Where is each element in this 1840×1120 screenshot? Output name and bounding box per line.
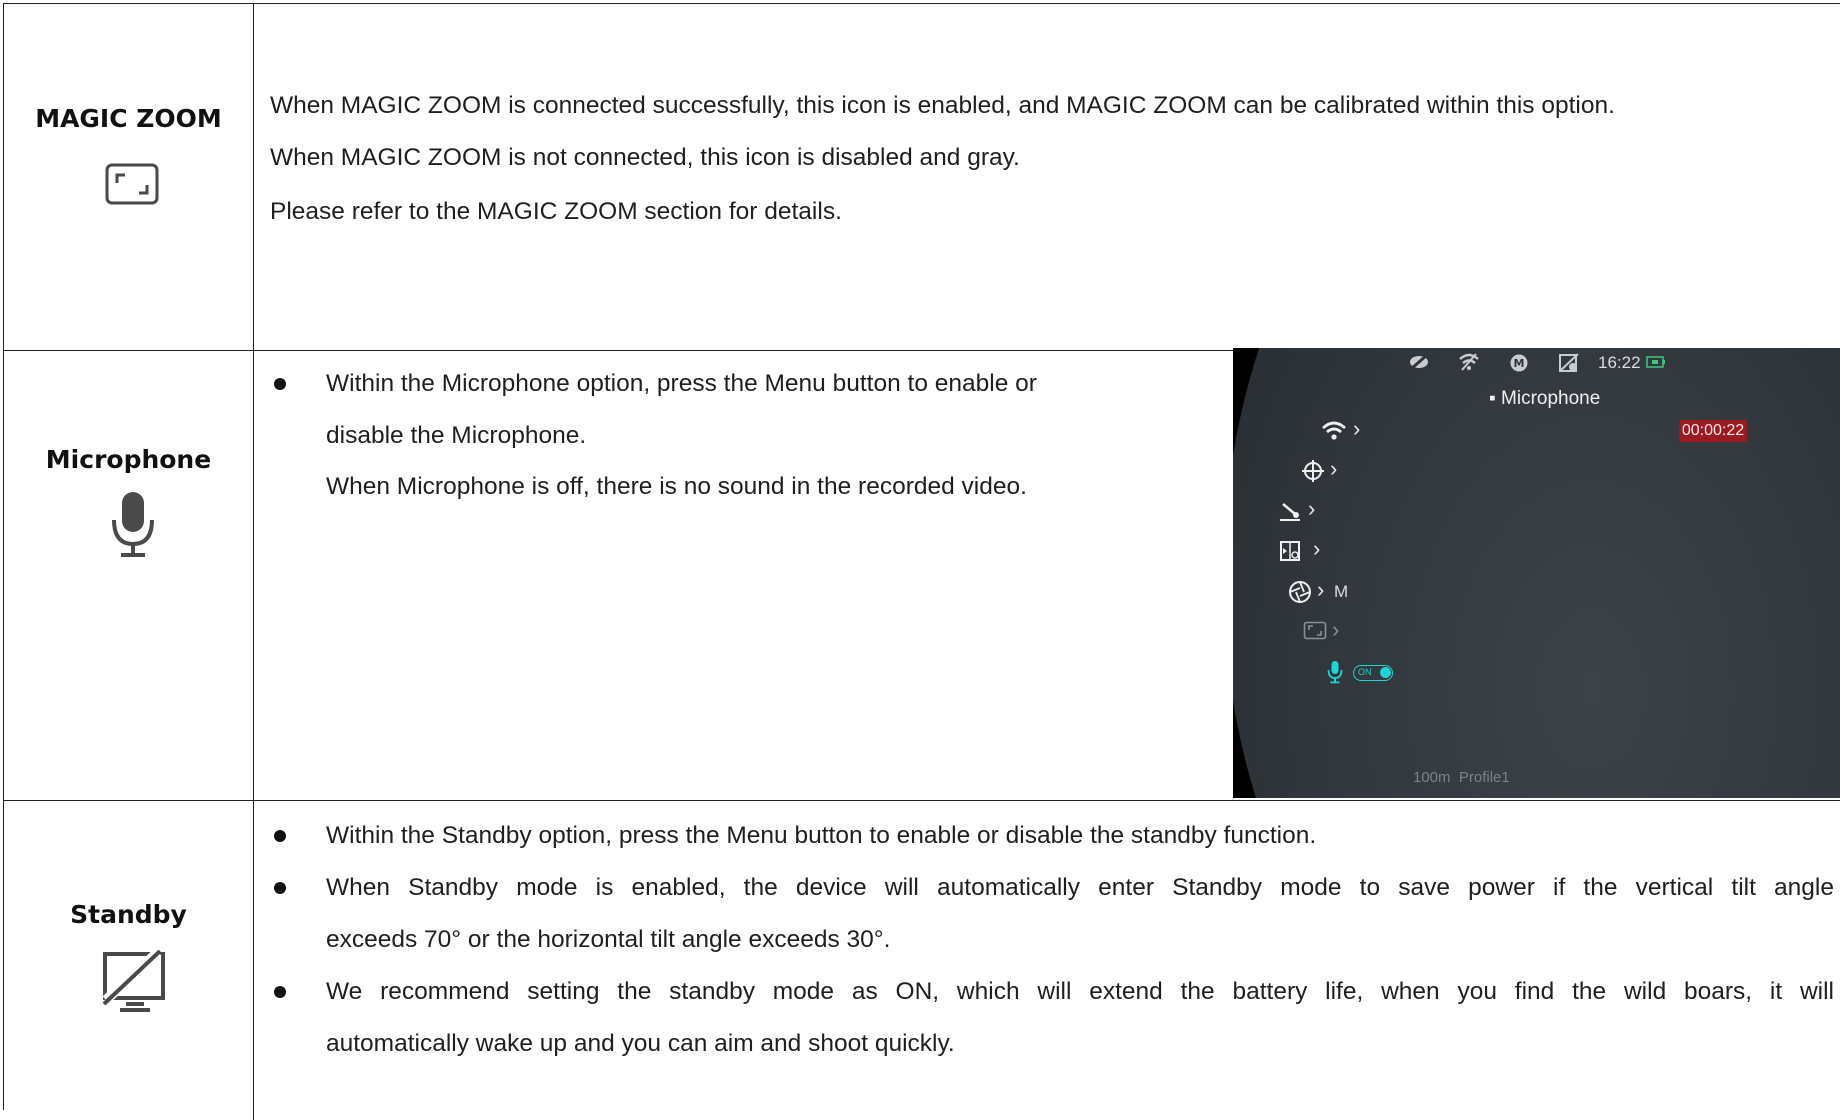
menu-item-aperture[interactable] <box>1288 580 1312 609</box>
microphone-icon <box>108 490 158 567</box>
footer-status: 100m Profile1 <box>1413 769 1510 786</box>
chevron-right-icon: › <box>1353 416 1361 441</box>
chevron-right-icon: › <box>1332 617 1340 642</box>
note-text: When Microphone is off, there is no soun… <box>326 473 1027 500</box>
exposure-mode-value: M <box>1334 582 1349 601</box>
feature-name-cell: Microphone <box>4 350 254 800</box>
profile-name: Profile1 <box>1458 769 1510 786</box>
bullet-text: We recommend setting the standby mode as… <box>326 978 1834 1005</box>
chevron-right-icon: › <box>1330 456 1338 481</box>
microphone-toggle[interactable]: ON <box>1353 665 1393 681</box>
menu-title-row: ▪ Microphone <box>1489 388 1600 410</box>
feature-name-cell: MAGIC ZOOM <box>4 4 254 350</box>
toggle-label: ON <box>1358 667 1372 677</box>
bullet-dot <box>274 830 286 842</box>
bullet-dot <box>274 882 286 894</box>
bullet-text: disable the Microphone. <box>326 422 587 449</box>
bullet-text: exceeds 70° or the horizontal tilt angle… <box>326 926 891 953</box>
menu-title: Microphone <box>1501 388 1601 409</box>
bullet-text: Within the Standby option, press the Men… <box>326 822 1317 849</box>
bullet-text: When Standby mode is enabled, the device… <box>326 874 1834 901</box>
feature-name-cell: Standby <box>4 800 254 1120</box>
feature-name: Standby <box>70 900 187 929</box>
feature-name: Microphone <box>45 445 212 474</box>
distance-value: 100m <box>1413 769 1451 786</box>
eyepiece-view <box>1233 348 1840 798</box>
chevron-right-icon: › <box>1317 577 1325 602</box>
description-line: When MAGIC ZOOM is connected successfull… <box>270 92 1615 119</box>
description-line: Please refer to the MAGIC ZOOM section f… <box>270 198 842 225</box>
chevron-right-icon: › <box>1308 496 1316 521</box>
description-line: When MAGIC ZOOM is not connected, this i… <box>270 144 1020 171</box>
feature-name: MAGIC ZOOM <box>35 104 222 133</box>
magic-zoom-frame-icon <box>104 162 160 211</box>
bullet-text: automatically wake up and you can aim an… <box>326 1030 955 1057</box>
bullet-dot <box>274 378 286 390</box>
wifi-off-icon <box>1458 353 1480 376</box>
bullet-text: Within the Microphone option, press the … <box>326 370 1037 397</box>
menu-title-bullet: ▪ <box>1489 388 1502 409</box>
clock-text: 16:22 <box>1598 353 1641 372</box>
hide-eye-icon <box>1408 353 1430 375</box>
video-timer-icon <box>1558 353 1580 378</box>
chevron-right-icon: › <box>1313 536 1321 561</box>
standby-tilted-screen-icon <box>100 948 170 1019</box>
mode-m-icon: M <box>1509 353 1529 378</box>
menu-item-wifi[interactable] <box>1321 420 1347 445</box>
svg-text:M: M <box>1514 357 1525 370</box>
menu-item-crosshair[interactable] <box>1301 459 1325 488</box>
device-menu-screenshot: M 16:22 ▪ Microphone 00:00:22 › › › › › … <box>1233 348 1840 798</box>
menu-item-recording-settings[interactable] <box>1279 540 1303 567</box>
table-row-standby: Standby Within the Standby option, press… <box>4 800 1840 1120</box>
menu-item-calibration[interactable] <box>1277 500 1303 527</box>
recording-timer: 00:00:22 <box>1679 420 1747 442</box>
toggle-knob <box>1380 667 1391 678</box>
battery-icon <box>1646 355 1666 374</box>
menu-item-microphone[interactable] <box>1327 660 1343 689</box>
bullet-dot <box>274 986 286 998</box>
table-row-magic-zoom: MAGIC ZOOM When MAGIC ZOOM is connected … <box>4 4 1840 351</box>
menu-item-magic-zoom[interactable] <box>1303 621 1327 646</box>
